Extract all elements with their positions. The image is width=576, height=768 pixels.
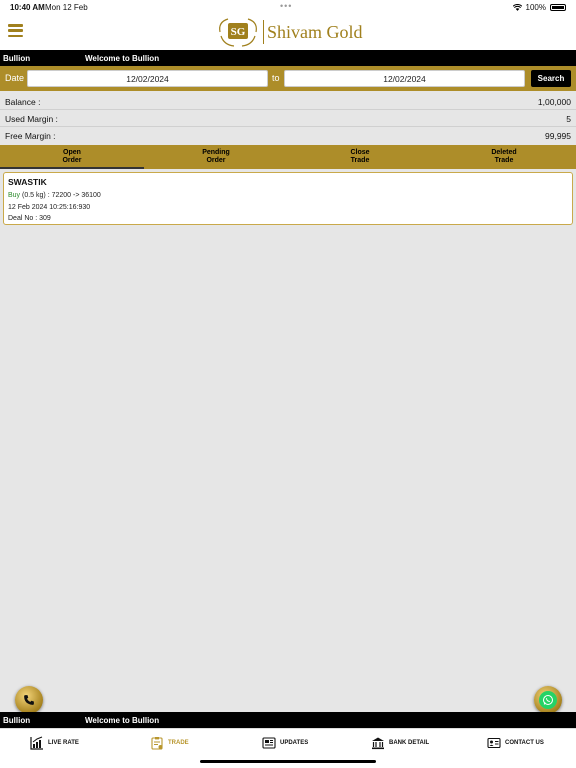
tab-open-order[interactable]: Open Order [0,145,144,169]
footer-bar-right: Welcome to Bullion [85,716,160,725]
tab-open-order-line2: Order [62,157,82,164]
footer-bar-left: Bullion [3,716,31,725]
free-margin-row: Free Margin : 99,995 [0,127,576,144]
title-bar-left: Bullion [3,54,31,63]
free-margin-value: 99,995 [545,131,571,141]
search-button[interactable]: Search [531,70,571,87]
whatsapp-button[interactable] [534,686,562,714]
order-detail-line: Buy (0.5 kg) : 72200 -> 36100 [8,192,101,199]
order-detail: (0.5 kg) : 72200 -> 36100 [22,192,101,199]
balance-label: Balance : [5,97,41,107]
tab-pending-order-line1: Pending [202,149,230,156]
tab-open-order-line1: Open [63,149,81,156]
tab-close-trade-line1: Close [350,149,370,156]
used-margin-value: 5 [566,114,571,124]
home-indicator[interactable] [200,760,376,763]
nav-contact-us[interactable]: CONTACT US [487,735,544,751]
nav-bank-detail-label: BANK DETAIL [389,740,430,746]
tab-close-trade-line2: Trade [350,157,370,164]
wifi-icon [512,4,522,11]
order-deal-number: Deal No : 309 [8,215,51,222]
nav-trade-label: TRADE [168,740,189,746]
call-button[interactable] [15,686,43,714]
nav-live-rate-label: LIVE RATE [48,740,79,746]
footer-title-bar: Bullion Welcome to Bullion [0,712,576,728]
to-date-field[interactable]: 12/02/2024 [284,70,525,87]
hamburger-menu-icon[interactable] [8,24,23,37]
status-indicators: 100% [512,3,566,12]
date-filter-bar: Date 12/02/2024 to 12/02/2024 Search [0,66,576,91]
nav-contact-us-label: CONTACT US [505,740,544,746]
to-label: to [272,73,280,83]
from-date-field[interactable]: 12/02/2024 [27,70,268,87]
brand-logo: SG Shivam Gold [216,16,363,48]
title-bar-right: Welcome to Bullion [85,54,160,63]
bank-icon [372,737,384,750]
brand-name: Shivam Gold [267,21,363,42]
logo-emblem-icon: SG [219,18,257,47]
nav-bank-detail[interactable]: BANK DETAIL [371,735,429,751]
nav-updates[interactable]: UPDATES [262,735,308,751]
order-tabs: Open Order Pending Order Close Trade Del… [0,145,576,169]
whatsapp-icon [539,691,557,709]
nav-live-rate[interactable]: LIVE RATE [30,735,79,751]
chart-icon [30,736,43,750]
phone-icon [20,691,38,709]
title-bar: Bullion Welcome to Bullion [0,50,576,66]
date-label: Date [5,73,25,83]
balance-row: Balance : 1,00,000 [0,93,576,110]
battery-icon [550,4,566,11]
nav-trade[interactable]: TRADE [150,735,189,751]
logo-divider [263,20,264,44]
tab-close-trade[interactable]: Close Trade [288,145,432,169]
tab-pending-order[interactable]: Pending Order [144,145,288,169]
tab-deleted-trade-line1: Deleted [491,149,517,156]
contact-card-icon [487,737,501,749]
nav-updates-label: UPDATES [280,740,309,746]
used-margin-row: Used Margin : 5 [0,110,576,127]
tab-pending-order-line2: Order [206,157,226,164]
order-side: Buy [8,192,21,199]
newspaper-icon [262,737,276,749]
tab-deleted-trade-line2: Trade [494,157,514,164]
status-time: 10:40 AM [10,3,45,12]
order-card[interactable]: SWASTIK Buy (0.5 kg) : 72200 -> 36100 12… [3,172,573,225]
status-date: Mon 12 Feb [45,3,88,12]
used-margin-label: Used Margin : [5,114,58,124]
balance-value: 1,00,000 [537,97,571,107]
multitask-dots-icon[interactable]: ••• [280,1,292,11]
clipboard-icon [151,737,163,750]
order-symbol: SWASTIK [8,177,47,187]
svg-text:SG: SG [231,26,246,38]
free-margin-label: Free Margin : [5,131,56,141]
status-bar: 10:40 AM Mon 12 Feb ••• 100% [0,0,576,14]
battery-percent: 100% [525,3,546,12]
order-timestamp: 12 Feb 2024 10:25:16:930 [8,204,91,211]
app-header: SG Shivam Gold [0,14,576,50]
tab-deleted-trade[interactable]: Deleted Trade [432,145,576,169]
